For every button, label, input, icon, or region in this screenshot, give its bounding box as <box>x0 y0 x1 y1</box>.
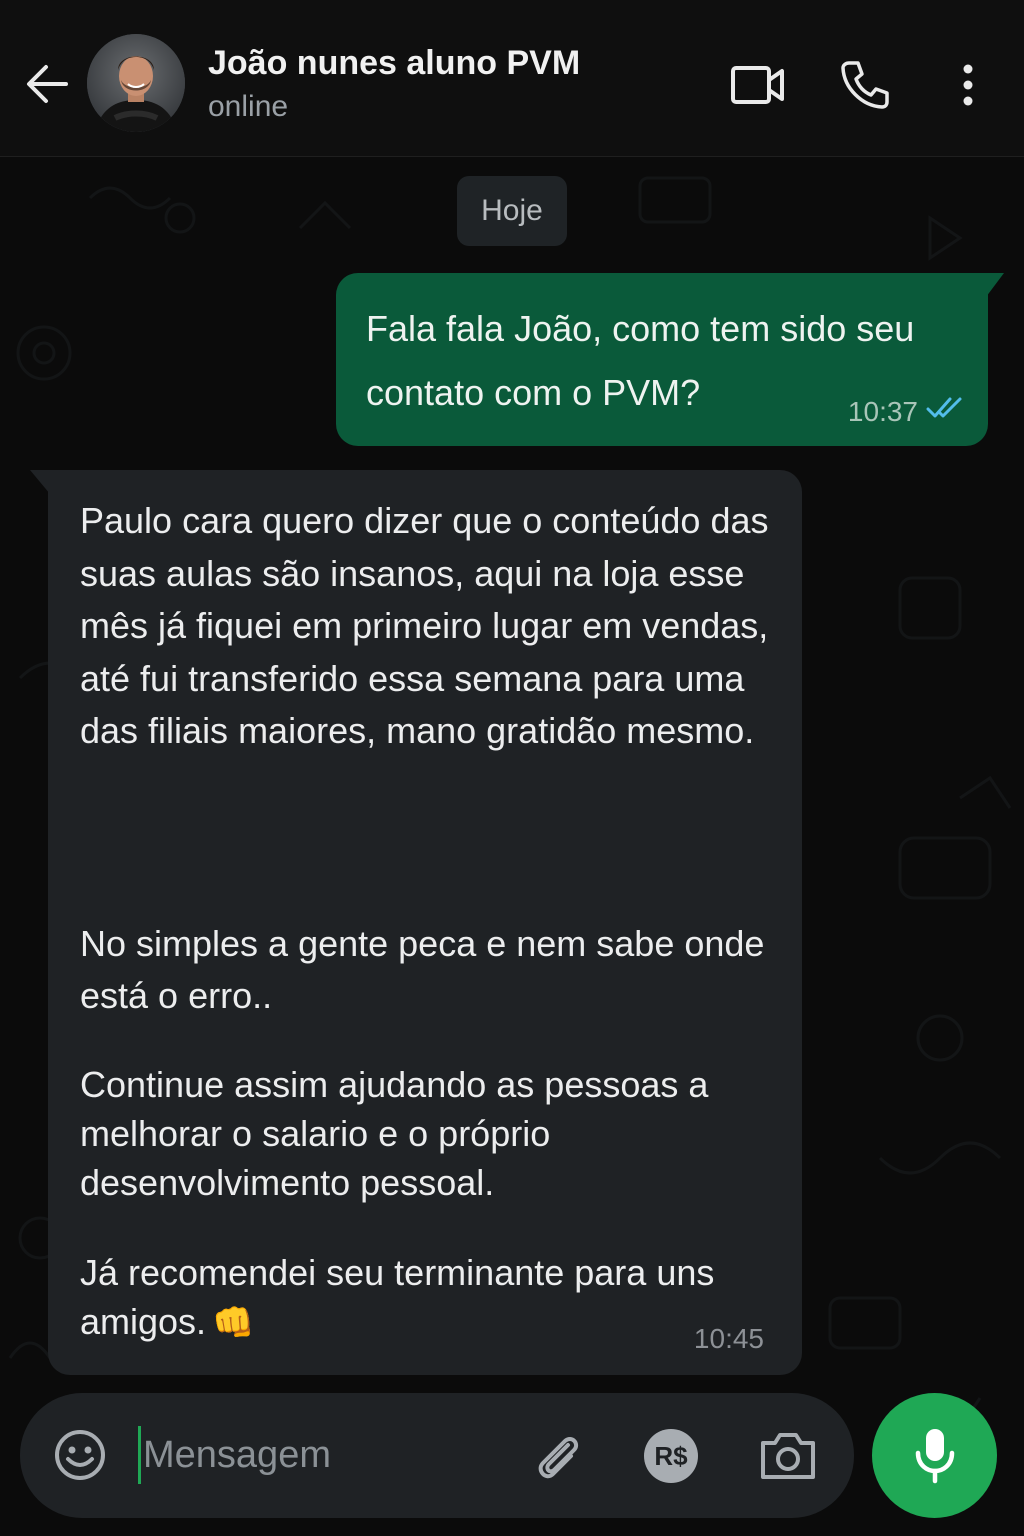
chat-header: João nunes aluno PVM online <box>0 0 1024 157</box>
message-paragraph: Paulo cara quero dizer que o conteúdo da… <box>80 500 769 751</box>
outgoing-message[interactable]: Fala fala João, como tem sido seu contat… <box>336 273 1004 446</box>
message-meta: 10:37 <box>848 395 966 428</box>
message-time: 10:37 <box>847 395 918 427</box>
fist-emoji: 👊 <box>212 1304 255 1342</box>
contact-name[interactable]: João nunes aluno PVM <box>208 44 580 83</box>
back-arrow-icon[interactable] <box>22 58 70 110</box>
emoji-icon[interactable] <box>52 1427 108 1483</box>
video-call-icon[interactable] <box>728 60 788 110</box>
message-paragraph: Continue assim ajudando as pessoas a mel… <box>80 1064 709 1203</box>
camera-icon[interactable] <box>758 1427 818 1483</box>
payment-label: R$ <box>654 1441 688 1471</box>
message-last-line: Já recomendei seu terminante para uns am… <box>80 1252 715 1342</box>
message-paragraph: Já recomendei seu terminante para uns am… <box>80 1248 770 1348</box>
double-check-read-icon <box>926 395 966 428</box>
message-input[interactable] <box>138 1426 498 1484</box>
payment-icon[interactable]: R$ <box>642 1427 700 1485</box>
phone-call-icon[interactable] <box>838 58 892 112</box>
mic-button[interactable] <box>872 1393 997 1518</box>
bubble-tail <box>986 273 1004 297</box>
message-time: 10:45 <box>693 1323 764 1354</box>
attach-icon[interactable] <box>530 1427 586 1483</box>
date-divider: Hoje <box>457 176 567 246</box>
message-text: Fala fala João, como tem sido seu contat… <box>366 308 915 413</box>
contact-status: online <box>208 90 289 123</box>
bubble-tail <box>30 470 50 494</box>
message-paragraph: No simples a gente peca e nem sabe onde … <box>80 923 765 1016</box>
more-vertical-icon[interactable] <box>950 58 986 112</box>
avatar[interactable] <box>87 34 185 132</box>
mic-icon <box>915 1429 955 1484</box>
message-composer: R$ <box>20 1393 854 1518</box>
incoming-message[interactable]: Paulo cara quero dizer que o conteúdo da… <box>30 470 802 1375</box>
